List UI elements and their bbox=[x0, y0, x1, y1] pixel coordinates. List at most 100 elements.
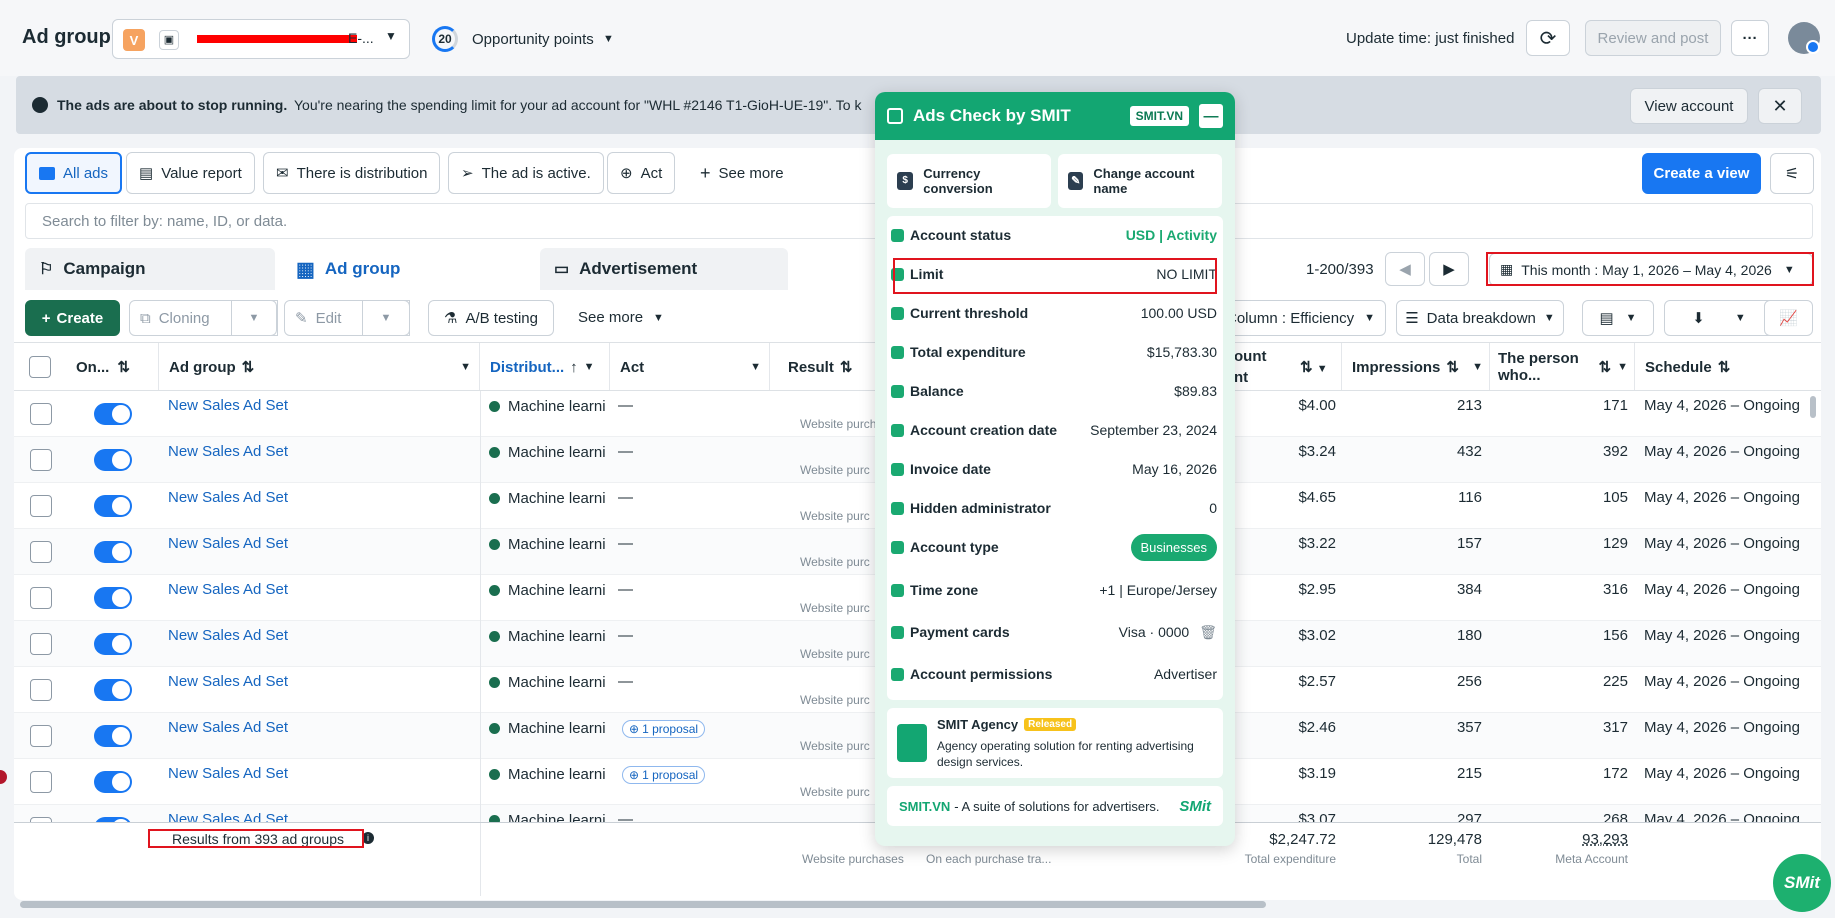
column-result[interactable]: Result ⇅ bbox=[770, 343, 880, 391]
edit-dropdown[interactable]: ▼ bbox=[362, 300, 410, 336]
ad-group-link[interactable]: New Sales Ad Set bbox=[168, 535, 288, 552]
filter-ad-active[interactable]: ➢ The ad is active. bbox=[448, 152, 604, 194]
people-cell: 129 bbox=[1602, 535, 1628, 552]
row-toggle[interactable] bbox=[94, 725, 132, 747]
ad-group-link[interactable]: New Sales Ad Set bbox=[168, 489, 288, 506]
cloning-dropdown[interactable]: ▼ bbox=[231, 300, 277, 336]
account-selector[interactable]: V ▣ E-... ▼ bbox=[112, 19, 410, 59]
change-name-button[interactable]: ✎ Change account name bbox=[1058, 154, 1222, 208]
ad-group-link[interactable]: New Sales Ad Set bbox=[168, 673, 288, 690]
row-toggle[interactable] bbox=[94, 679, 132, 701]
column-schedule[interactable]: Schedule ⇅ bbox=[1635, 343, 1821, 391]
filter-value-report[interactable]: ▤ Value report bbox=[126, 152, 255, 194]
chart-button[interactable]: 📈 bbox=[1764, 300, 1813, 336]
vertical-scrollbar[interactable] bbox=[1810, 396, 1816, 418]
see-more-actions[interactable]: See more ▼ bbox=[578, 309, 664, 326]
export-button[interactable]: ⬇ ▼ bbox=[1664, 300, 1774, 336]
horizontal-scrollbar[interactable] bbox=[20, 901, 1266, 908]
copy-icon: ⧉ bbox=[140, 309, 151, 327]
row-checkbox[interactable] bbox=[30, 541, 52, 563]
row-toggle[interactable] bbox=[94, 495, 132, 517]
distribution-status: Machine learni bbox=[489, 628, 619, 645]
panel-badge[interactable]: SMIT.VN bbox=[1129, 106, 1189, 126]
minimize-button[interactable]: — bbox=[1199, 104, 1223, 128]
account-avatar: V bbox=[123, 29, 145, 51]
schedule-cell: May 4, 2026 – Ongoing bbox=[1644, 535, 1800, 552]
row-checkbox[interactable] bbox=[30, 403, 52, 425]
info-row-icon bbox=[891, 228, 904, 242]
column-ad-group[interactable]: Ad group ⇅ ▼ bbox=[159, 343, 480, 391]
agency-card[interactable]: SMIT Agency Released Agency operating sol… bbox=[887, 708, 1223, 778]
data-breakdown-button[interactable]: ☰ Data breakdown ▼ bbox=[1396, 300, 1564, 336]
opportunity-score[interactable]: 20 bbox=[432, 26, 458, 52]
status-dot-icon bbox=[489, 677, 500, 688]
column-selector[interactable]: Column : Efficiency ▼ bbox=[1222, 300, 1386, 336]
review-post-button[interactable]: Review and post bbox=[1585, 20, 1721, 56]
row-toggle[interactable] bbox=[94, 403, 132, 425]
select-all-checkbox[interactable] bbox=[29, 356, 51, 378]
create-view-button[interactable]: Create a view bbox=[1642, 153, 1761, 194]
ad-group-link[interactable]: New Sales Ad Set bbox=[168, 397, 288, 414]
column-impressions[interactable]: Impressions ⇅ ▼ bbox=[1342, 343, 1490, 391]
result-sub: Website purc bbox=[800, 601, 870, 615]
ab-testing-button[interactable]: ⚗ A/B testing bbox=[428, 300, 554, 336]
ad-group-link[interactable]: New Sales Ad Set bbox=[168, 765, 288, 782]
row-toggle[interactable] bbox=[94, 633, 132, 655]
row-toggle[interactable] bbox=[94, 541, 132, 563]
account-info-row: Total expenditure $15,783.30 bbox=[891, 333, 1217, 371]
filter-act[interactable]: ⊕ Act bbox=[607, 152, 676, 194]
footer-brand[interactable]: SMIT.VN bbox=[899, 799, 950, 814]
row-checkbox[interactable] bbox=[30, 679, 52, 701]
row-toggle[interactable] bbox=[94, 587, 132, 609]
close-banner-button[interactable]: ✕ bbox=[1758, 88, 1802, 124]
banner-title: The ads are about to stop running. bbox=[57, 97, 288, 113]
info-value: 0 bbox=[1209, 500, 1217, 516]
distribution-label: Machine learni bbox=[508, 582, 606, 599]
tab-advertisement[interactable]: ▭ Advertisement bbox=[540, 248, 788, 290]
filter-all-ads[interactable]: All ads bbox=[25, 152, 123, 194]
row-checkbox[interactable] bbox=[30, 725, 52, 747]
proposal-badge[interactable]: ⊕ 1 proposal bbox=[622, 766, 706, 784]
column-on[interactable]: On... ⇅ bbox=[64, 343, 159, 391]
filter-distribution[interactable]: ✉ There is distribution bbox=[263, 152, 441, 194]
next-page-button[interactable]: ▶ bbox=[1429, 252, 1469, 286]
opportunity-label[interactable]: Opportunity points bbox=[472, 31, 594, 48]
more-button[interactable]: ··· bbox=[1731, 20, 1769, 56]
column-people[interactable]: The person who... ⇅ ▼ bbox=[1490, 343, 1635, 391]
ad-group-link[interactable]: New Sales Ad Set bbox=[168, 443, 288, 460]
people-cell: 317 bbox=[1602, 719, 1628, 736]
row-checkbox[interactable] bbox=[30, 771, 52, 793]
tab-campaign[interactable]: ⚐ Campaign bbox=[25, 248, 275, 290]
warning-icon bbox=[32, 97, 48, 113]
trash-icon[interactable]: 🗑 bbox=[1199, 624, 1217, 641]
proposal-badge[interactable]: ⊕ 1 proposal bbox=[622, 720, 706, 738]
row-checkbox[interactable] bbox=[30, 495, 52, 517]
column-distribution[interactable]: Distribut... ↑ ▼ bbox=[480, 343, 610, 391]
row-checkbox[interactable] bbox=[30, 449, 52, 471]
view-account-button[interactable]: View account bbox=[1630, 88, 1748, 124]
see-more-filters[interactable]: + See more bbox=[700, 163, 784, 184]
smit-fab-button[interactable]: SMit bbox=[1773, 854, 1831, 912]
row-toggle[interactable] bbox=[94, 449, 132, 471]
tab-ad-group[interactable]: ▦ Ad group bbox=[282, 248, 532, 290]
ad-group-link[interactable]: New Sales Ad Set bbox=[168, 627, 288, 644]
row-checkbox[interactable] bbox=[30, 587, 52, 609]
ads-check-panel: Ads Check by SMIT SMIT.VN — $ Currency co… bbox=[875, 92, 1235, 846]
status-dot-icon bbox=[489, 585, 500, 596]
reports-button[interactable]: ▤ ▼ bbox=[1582, 300, 1654, 336]
people-cell: 392 bbox=[1602, 443, 1628, 460]
info-label-wrap: Total expenditure bbox=[891, 344, 1026, 360]
column-act[interactable]: Act ▼ bbox=[610, 343, 770, 391]
row-checkbox[interactable] bbox=[30, 633, 52, 655]
ad-group-link[interactable]: New Sales Ad Set bbox=[168, 719, 288, 736]
ad-group-link[interactable]: New Sales Ad Set bbox=[168, 581, 288, 598]
settings-button[interactable]: ⚟ bbox=[1770, 153, 1814, 194]
prev-page-button[interactable]: ◀ bbox=[1385, 252, 1425, 286]
row-toggle[interactable] bbox=[94, 771, 132, 793]
currency-conversion-button[interactable]: $ Currency conversion bbox=[887, 154, 1051, 208]
create-button[interactable]: + Create bbox=[25, 300, 120, 336]
distribution-status: Machine learni bbox=[489, 490, 619, 507]
info-value: $89.83 bbox=[1174, 383, 1217, 399]
page-title: Ad group bbox=[22, 26, 111, 48]
refresh-button[interactable]: ⟳ bbox=[1526, 20, 1570, 56]
